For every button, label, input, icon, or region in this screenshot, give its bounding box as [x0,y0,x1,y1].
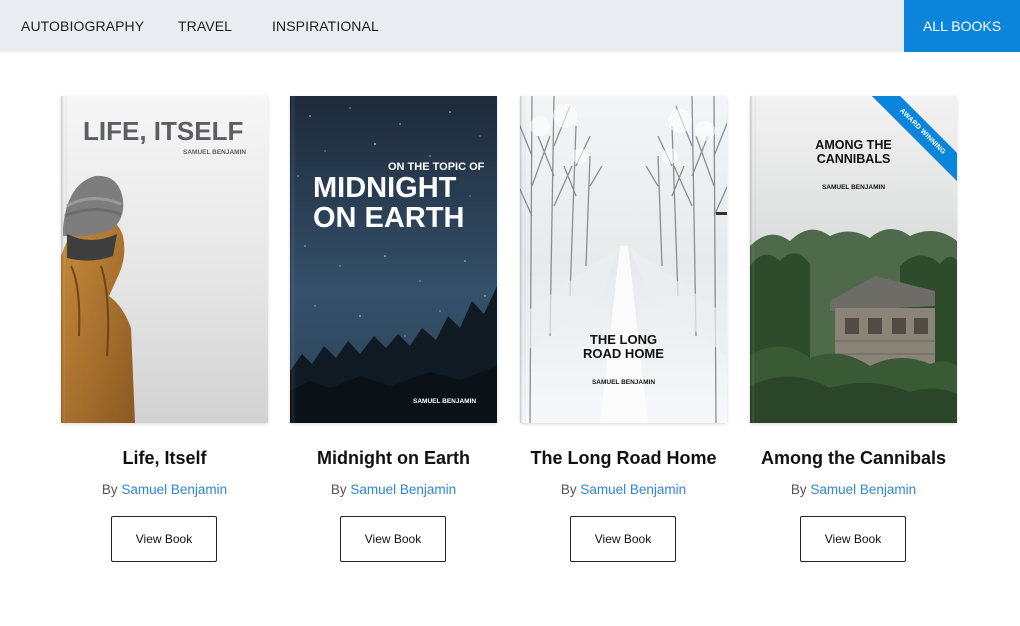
view-book-button[interactable]: View Book [800,516,906,562]
byline-prefix: By [560,482,577,497]
book-cover-image[interactable]: AMONG THE CANNIBALS SAMUEL BENJAMIN AWAR… [750,96,957,423]
nav-travel[interactable]: TRAVEL [178,0,232,52]
cover-author: SAMUEL BENJAMIN [821,184,886,191]
book-byline: By Samuel Benjamin [500,482,747,497]
book-byline: By Samuel Benjamin [41,482,288,497]
book-title[interactable]: Among the Cannibals [730,448,977,469]
book-title[interactable]: Life, Itself [41,448,288,469]
book-cover-image[interactable]: THE LONG ROAD HOME SAMUEL BENJAMIN [520,96,727,423]
book-card: ON THE TOPIC OF MIDNIGHT ON EARTH SAMUEL… [290,96,497,562]
cover-author: SAMUEL BENJAMIN [413,398,477,405]
cover-title-line2: ON EARTH [313,202,465,234]
view-book-button[interactable]: View Book [340,516,446,562]
book-cover-image[interactable]: ON THE TOPIC OF MIDNIGHT ON EARTH SAMUEL… [290,96,497,423]
view-book-button[interactable]: View Book [111,516,217,562]
book-byline: By Samuel Benjamin [270,482,517,497]
author-link[interactable]: Samuel Benjamin [121,482,227,497]
category-navbar: AUTOBIOGRAPHY TRAVEL INSPIRATIONAL ALL B… [0,0,1020,52]
nav-all-books[interactable]: ALL BOOKS [904,0,1020,52]
cover-art [290,96,497,423]
cover-title-line1: THE LONG [589,332,658,347]
view-book-button[interactable]: View Book [570,516,676,562]
author-link[interactable]: Samuel Benjamin [350,482,456,497]
cover-title-line2: CANNIBALS [816,152,891,166]
author-link[interactable]: Samuel Benjamin [580,482,686,497]
cover-author: SAMUEL BENJAMIN [591,379,656,386]
byline-prefix: By [101,482,118,497]
book-byline: By Samuel Benjamin [730,482,977,497]
nav-autobiography[interactable]: AUTOBIOGRAPHY [21,0,144,52]
book-card: THE LONG ROAD HOME SAMUEL BENJAMIN The L… [520,96,727,562]
book-cover-image[interactable]: LIFE, ITSELF SAMUEL BENJAMIN [61,96,268,423]
book-title[interactable]: Midnight on Earth [270,448,517,469]
byline-prefix: By [790,482,807,497]
cover-title: LIFE, ITSELF [83,116,244,146]
nav-inspirational[interactable]: INSPIRATIONAL [272,0,379,52]
cover-author: SAMUEL BENJAMIN [183,149,247,156]
book-card: AMONG THE CANNIBALS SAMUEL BENJAMIN AWAR… [750,96,957,562]
book-title[interactable]: The Long Road Home [500,448,747,469]
book-spine [520,96,526,423]
author-link[interactable]: Samuel Benjamin [810,482,916,497]
cover-title-line2: ROAD HOME [583,346,664,361]
book-spine [61,96,67,423]
byline-prefix: By [330,482,347,497]
cover-title-line1: MIDNIGHT [313,172,457,204]
book-card: LIFE, ITSELF SAMUEL BENJAMIN Life, Itsel… [61,96,268,562]
book-spine [290,96,296,423]
cover-art [520,96,727,423]
